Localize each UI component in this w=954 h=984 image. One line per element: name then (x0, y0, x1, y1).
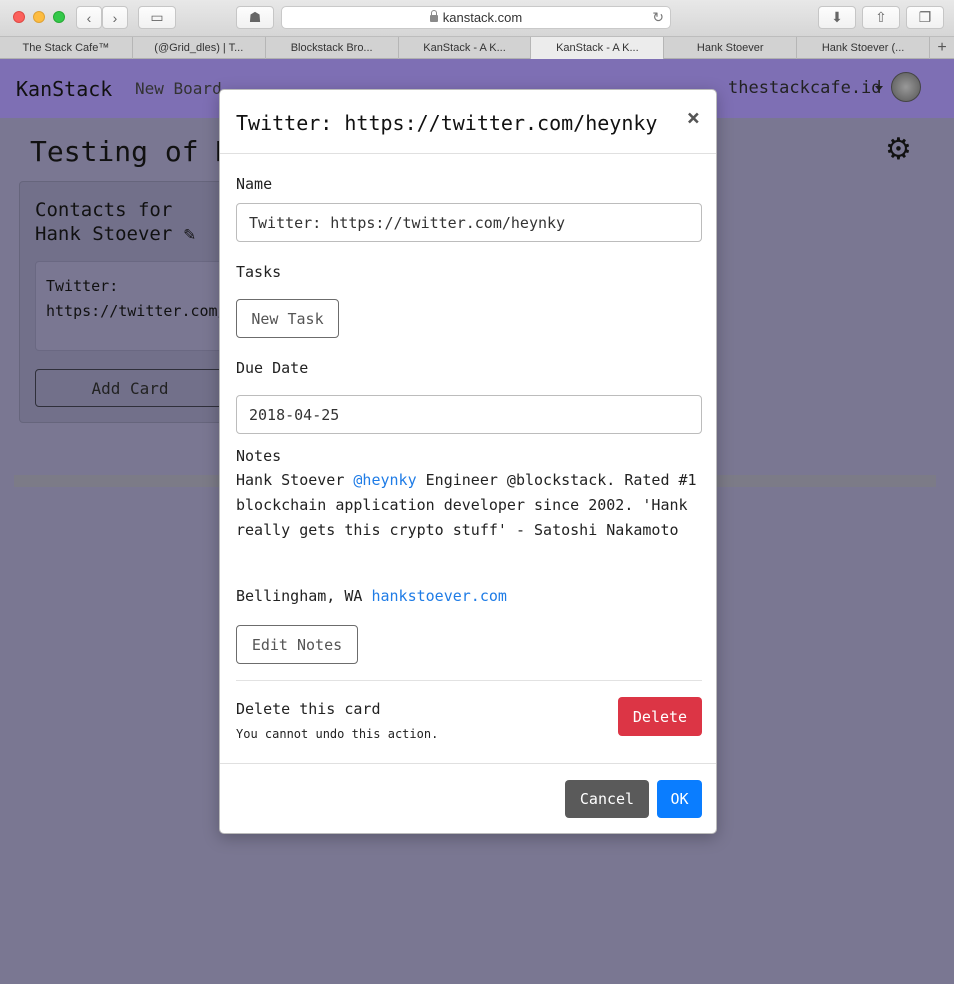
address-bar[interactable]: kanstack.com ↻ (281, 6, 671, 29)
forward-icon[interactable]: › (102, 6, 128, 29)
name-field[interactable]: Twitter: https://twitter.com/heynky (236, 203, 702, 242)
browser-tab[interactable]: The Stack Cafe™ (0, 37, 133, 59)
chevron-down-icon[interactable] (875, 86, 883, 91)
add-card-button[interactable]: Add Card (35, 369, 225, 407)
card-modal: Twitter: https://twitter.com/heynky × Na… (219, 89, 717, 834)
list-title-text: Contacts for Hank Stoever (35, 199, 173, 245)
website-link[interactable]: hankstoever.com (371, 587, 506, 605)
new-tab-icon[interactable]: + (930, 37, 954, 59)
brand-logo[interactable]: KanStack (16, 77, 112, 101)
tasks-label: Tasks (236, 263, 282, 281)
list-title: Contacts for Hank Stoever ✎ (35, 198, 225, 246)
browser-toolbar: ‹ › ▭ ☗ kanstack.com ↻ ⬇ ⇧ ❐ (0, 0, 954, 37)
modal-footer-divider (220, 763, 716, 764)
reload-icon[interactable]: ↻ (652, 9, 664, 26)
avatar[interactable] (891, 72, 921, 102)
lock-icon (429, 10, 438, 22)
url-text: kanstack.com (442, 10, 523, 25)
maximize-window-icon[interactable] (53, 11, 65, 23)
pencil-icon[interactable]: ✎ (184, 223, 195, 245)
browser-tab[interactable]: Blockstack Bro... (266, 37, 399, 59)
ghost-extension-icon[interactable]: ☗ (236, 6, 274, 29)
close-icon[interactable]: × (687, 106, 700, 131)
cancel-button[interactable]: Cancel (565, 780, 649, 818)
tabs-overview-icon[interactable]: ❐ (906, 6, 944, 29)
browser-tab[interactable]: KanStack - A K... (399, 37, 532, 59)
modal-title: Twitter: https://twitter.com/heynky (236, 111, 658, 135)
new-task-button[interactable]: New Task (236, 299, 339, 338)
close-window-icon[interactable] (13, 11, 25, 23)
twitter-handle-link[interactable]: @heynky (353, 471, 416, 489)
notes-location: Bellingham, WA hankstoever.com (236, 584, 706, 609)
tab-bar: The Stack Cafe™ (@Grid_dles) | T... Bloc… (0, 37, 954, 59)
edit-notes-button[interactable]: Edit Notes (236, 625, 358, 664)
ok-button[interactable]: OK (657, 780, 702, 818)
section-divider (236, 680, 702, 681)
sidebar-icon[interactable]: ▭ (138, 6, 176, 29)
downloads-icon[interactable]: ⬇ (818, 6, 856, 29)
browser-tab-active[interactable]: KanStack - A K... (531, 37, 665, 59)
delete-warning: You cannot undo this action. (236, 727, 439, 741)
browser-tab[interactable]: Hank Stoever (664, 37, 798, 59)
card-preview[interactable]: Twitter: https://twitter.com/heynky (35, 261, 281, 351)
notes-text-part: Hank Stoever (236, 471, 354, 489)
delete-button[interactable]: Delete (618, 697, 702, 736)
settings-gears-icon[interactable]: ⚙ (885, 132, 912, 167)
user-menu[interactable]: thestackcafe.id (728, 78, 882, 98)
due-date-label: Due Date (236, 359, 309, 377)
name-label: Name (236, 175, 273, 193)
notes-text: Hank Stoever @heynky Engineer @blockstac… (236, 468, 706, 543)
notes-label: Notes (236, 447, 282, 465)
notes-text-part: Bellingham, WA (236, 587, 372, 605)
delete-title: Delete this card (236, 700, 381, 718)
due-date-field[interactable]: 2018-04-25 (236, 395, 702, 434)
minimize-window-icon[interactable] (33, 11, 45, 23)
back-icon[interactable]: ‹ (76, 6, 102, 29)
share-icon[interactable]: ⇧ (862, 6, 900, 29)
new-board-link[interactable]: New Board (135, 79, 222, 98)
browser-tab[interactable]: (@Grid_dles) | T... (133, 37, 266, 59)
modal-header: Twitter: https://twitter.com/heynky × (220, 90, 716, 154)
browser-tab[interactable]: Hank Stoever (... (797, 37, 931, 59)
board-title: Testing of K (30, 135, 233, 168)
